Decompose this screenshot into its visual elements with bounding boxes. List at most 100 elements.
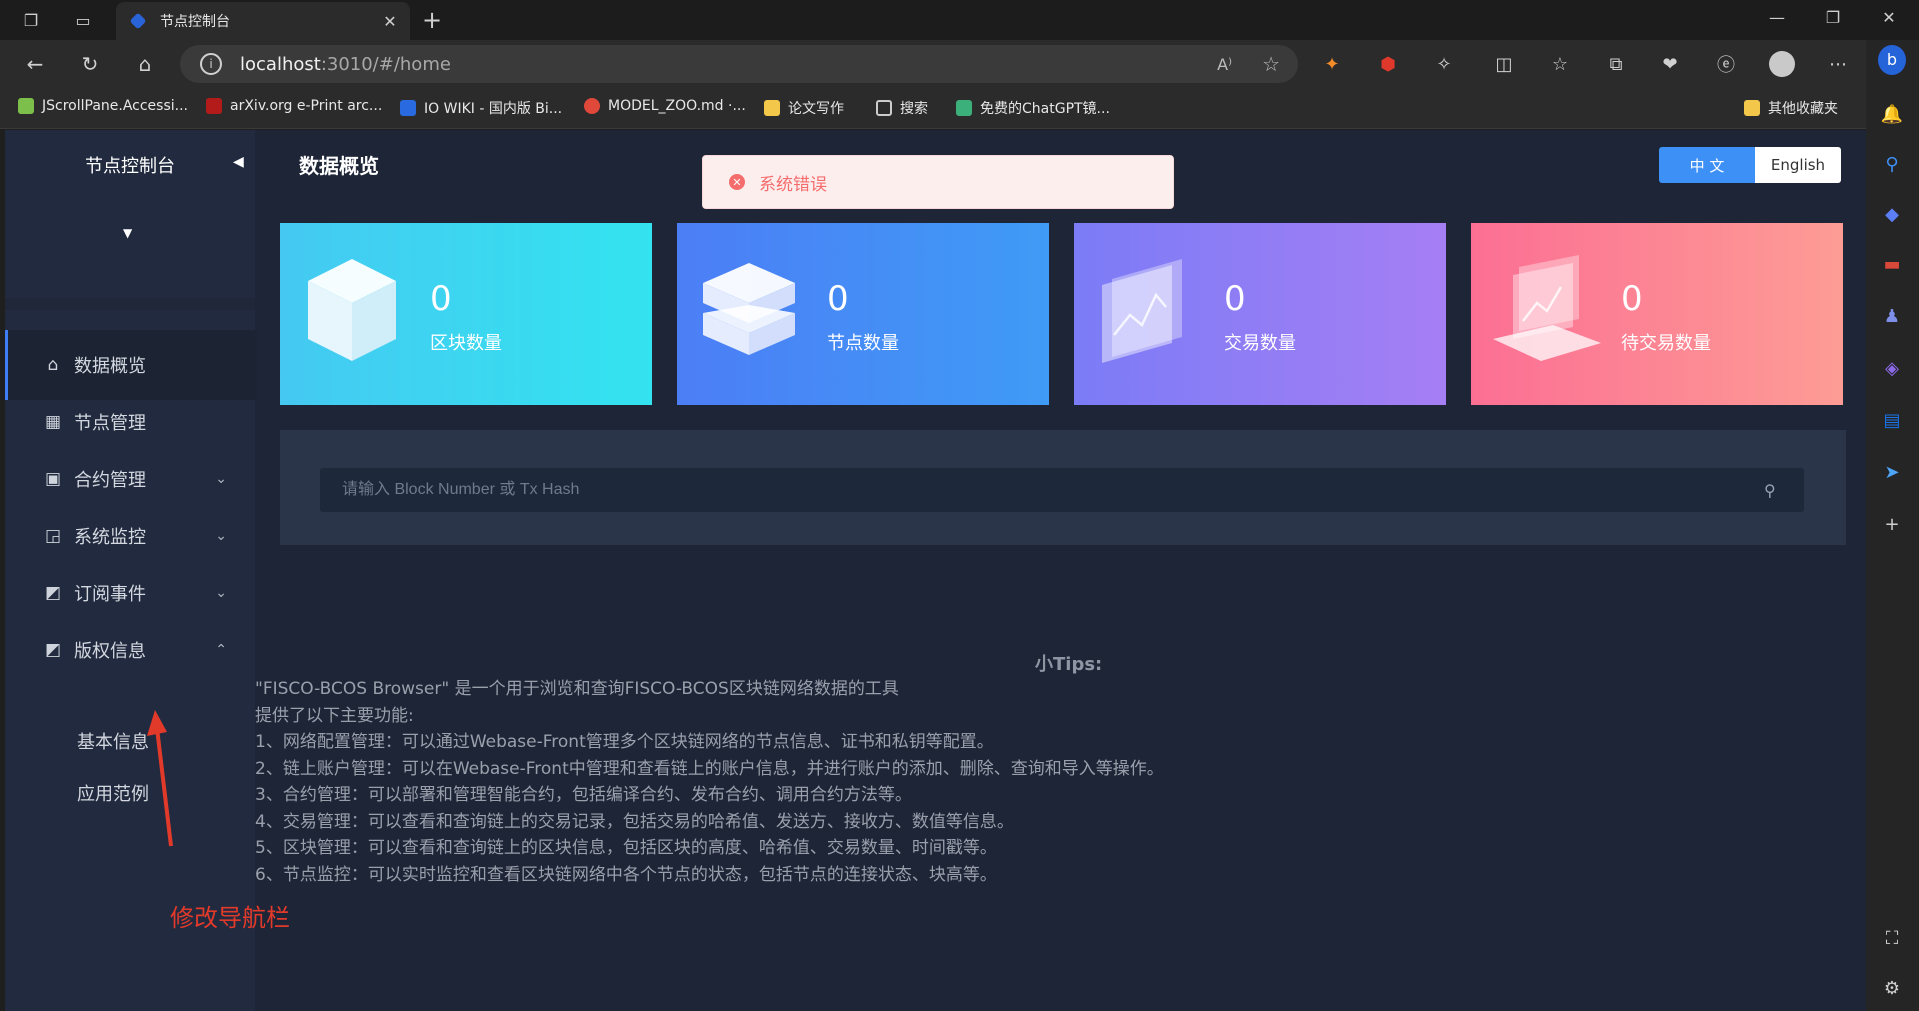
page-icon <box>876 100 892 116</box>
browser-tab[interactable]: 节点控制台 ✕ <box>116 2 410 40</box>
block-tx-search-input[interactable] <box>340 480 1764 500</box>
bookmark-favicon-icon <box>206 98 222 114</box>
ie-mode-icon[interactable]: ⓔ <box>1712 50 1740 78</box>
sidebar-item-label: 系统监控 <box>74 527 146 548</box>
office-icon[interactable]: ◈ <box>1878 354 1906 382</box>
home-icon[interactable]: ⌂ <box>130 50 160 78</box>
folder-icon <box>764 100 780 116</box>
close-tab-icon[interactable]: ✕ <box>380 12 400 31</box>
search-icon[interactable]: ⚲ <box>1878 150 1906 178</box>
performance-icon[interactable]: ❤ <box>1656 50 1684 78</box>
bookmark-label: arXiv.org e-Print arc... <box>230 98 383 114</box>
bookmark-item[interactable]: 免费的ChatGPT镜... <box>956 98 1110 118</box>
window-close-icon[interactable]: ✕ <box>1874 8 1904 27</box>
sidebar-item-copyright-info[interactable]: ◩ 版权信息 ⌃ <box>5 615 255 685</box>
bookmark-favicon-icon <box>956 100 972 116</box>
tab-actions-icon[interactable]: ▭ <box>70 8 96 32</box>
bookmark-folder[interactable]: 论文写作 <box>764 98 844 118</box>
search-icon[interactable]: ⚲ <box>1764 481 1784 500</box>
extension-icon[interactable]: ✦ <box>1318 50 1346 78</box>
other-bookmarks-folder[interactable]: 其他收藏夹 <box>1744 98 1838 118</box>
page-title: 数据概览 <box>299 154 379 178</box>
tab-title: 节点控制台 <box>160 14 230 30</box>
bookmark-label: 其他收藏夹 <box>1768 101 1838 117</box>
stat-card-pending-transactions: 0 待交易数量 <box>1471 223 1843 405</box>
url-host: localhost <box>240 53 321 75</box>
games-icon[interactable]: ♟ <box>1878 302 1906 330</box>
bookmark-item[interactable]: arXiv.org e-Print arc... <box>206 98 382 114</box>
bookmark-item[interactable]: IO WIKI - 国内版 Bi... <box>400 98 562 118</box>
sidebar-item-label: 订阅事件 <box>74 584 146 605</box>
back-icon[interactable]: ← <box>20 50 50 78</box>
reload-icon[interactable]: ↻ <box>75 50 105 78</box>
profile-avatar-icon[interactable] <box>1768 50 1796 78</box>
folder-icon <box>1744 100 1760 116</box>
sidebar-divider <box>5 298 255 310</box>
lang-chinese-button[interactable]: 中 文 <box>1659 147 1755 183</box>
site-info-icon[interactable]: i <box>200 53 222 75</box>
chevron-up-icon: ⌃ <box>215 642 227 658</box>
group-dropdown-icon[interactable]: ▼ <box>123 226 132 240</box>
search-box: ⚲ <box>320 468 1804 512</box>
extensions-puzzle-icon[interactable]: ✧ <box>1430 50 1458 78</box>
stat-value: 0 <box>430 279 452 319</box>
read-aloud-icon[interactable]: A⁾ <box>1217 55 1232 74</box>
sidebar-title: 节点控制台 <box>85 156 175 177</box>
split-screen-icon[interactable]: ◫ <box>1490 50 1518 78</box>
main-content: 数据概览 ✕ 系统错误 中 文 English 0 区块数量 0 节点数量 0 … <box>255 130 1866 1011</box>
app-sidebar: 节点控制台 ◀ ▼ ⌂ 数据概览 ▦ 节点管理 ▣ 合约管理 ⌄ ◲ 系统监控 … <box>5 130 258 1011</box>
clipboard-icon: ▣ <box>44 469 62 489</box>
chevron-down-icon: ⌄ <box>215 471 227 487</box>
monitor-icon: ◲ <box>44 526 62 546</box>
stat-label: 区块数量 <box>430 333 502 354</box>
tips-line: 3、合约管理：可以部署和管理智能合约，包括编译合约、发布合约、调用合约方法等。 <box>255 785 912 805</box>
tips-list: "FISCO-BCOS Browser" 是一个用于浏览和查询FISCO-BCO… <box>255 676 1164 888</box>
more-menu-icon[interactable]: ⋯ <box>1824 50 1852 78</box>
shopping-tag-icon[interactable]: ◆ <box>1878 200 1906 228</box>
minimize-icon[interactable]: — <box>1762 8 1792 27</box>
chart-panel-icon <box>1102 259 1182 363</box>
new-tab-button[interactable]: + <box>422 6 442 34</box>
stat-label: 节点数量 <box>827 333 899 354</box>
add-app-icon[interactable]: + <box>1878 510 1906 538</box>
restore-icon[interactable]: ❐ <box>1818 8 1848 27</box>
outlook-icon[interactable]: ▤ <box>1878 406 1906 434</box>
address-bar[interactable]: i localhost:3010/#/home A⁾ ☆ <box>180 45 1298 83</box>
bookmark-label: MODEL_ZOO.md ·... <box>608 98 746 114</box>
tips-line: 4、交易管理：可以查看和查询链上的交易记录，包括交易的哈希值、发送方、接收方、数… <box>255 811 1014 832</box>
search-panel: ⚲ <box>280 430 1846 545</box>
adblock-extension-icon[interactable]: ⬢ <box>1374 50 1402 78</box>
bookmark-label: JScrollPane.Accessi... <box>42 98 189 114</box>
tab-favicon-icon <box>129 12 147 30</box>
lang-english-button[interactable]: English <box>1755 147 1841 183</box>
bookmark-item[interactable]: JScrollPane.Accessi... <box>18 98 188 114</box>
favorite-star-icon[interactable]: ☆ <box>1262 52 1280 76</box>
chevron-down-icon: ⌄ <box>215 528 227 544</box>
collections-icon[interactable]: ⧉ <box>1602 50 1630 78</box>
laptop-chart-icon <box>1493 255 1601 361</box>
chevron-down-icon: ⌄ <box>215 585 227 601</box>
tips-line: 5、区块管理：可以查看和查询链上的区块信息，包括区块的高度、哈希值、交易数量、时… <box>255 838 997 858</box>
favorites-icon[interactable]: ☆ <box>1546 50 1574 78</box>
sidebar-item-label: 数据概览 <box>74 356 146 377</box>
stat-value: 0 <box>1621 279 1643 319</box>
tools-icon[interactable]: ▬ <box>1878 250 1906 278</box>
screenshot-icon[interactable]: ⛶ <box>1878 924 1906 952</box>
notification-bell-icon[interactable]: 🔔 <box>1878 100 1906 128</box>
copilot-icon[interactable]: b <box>1878 45 1906 75</box>
bookmark-item[interactable]: 搜索 <box>876 98 928 118</box>
settings-gear-icon[interactable]: ⚙ <box>1878 974 1906 1002</box>
sidebar-subitem-basic-info[interactable]: 基本信息 <box>77 728 149 754</box>
stat-value: 0 <box>827 279 849 319</box>
send-icon[interactable]: ➤ <box>1878 458 1906 486</box>
bookmark-label: IO WIKI - 国内版 Bi... <box>424 101 563 117</box>
bookmark-item[interactable]: MODEL_ZOO.md ·... <box>584 98 746 114</box>
url-text[interactable]: localhost:3010/#/home <box>240 54 451 75</box>
cube-icon <box>308 259 396 361</box>
stat-value: 0 <box>1224 279 1246 319</box>
alert-message: 系统错误 <box>759 174 827 195</box>
tips-line: 1、网络配置管理：可以通过Webase-Front管理多个区块链网络的节点信息、… <box>255 732 994 752</box>
collapse-sidebar-icon[interactable]: ◀ <box>233 154 244 170</box>
workspaces-icon[interactable]: ❐ <box>18 8 44 32</box>
sidebar-subitem-examples[interactable]: 应用范例 <box>77 780 149 806</box>
